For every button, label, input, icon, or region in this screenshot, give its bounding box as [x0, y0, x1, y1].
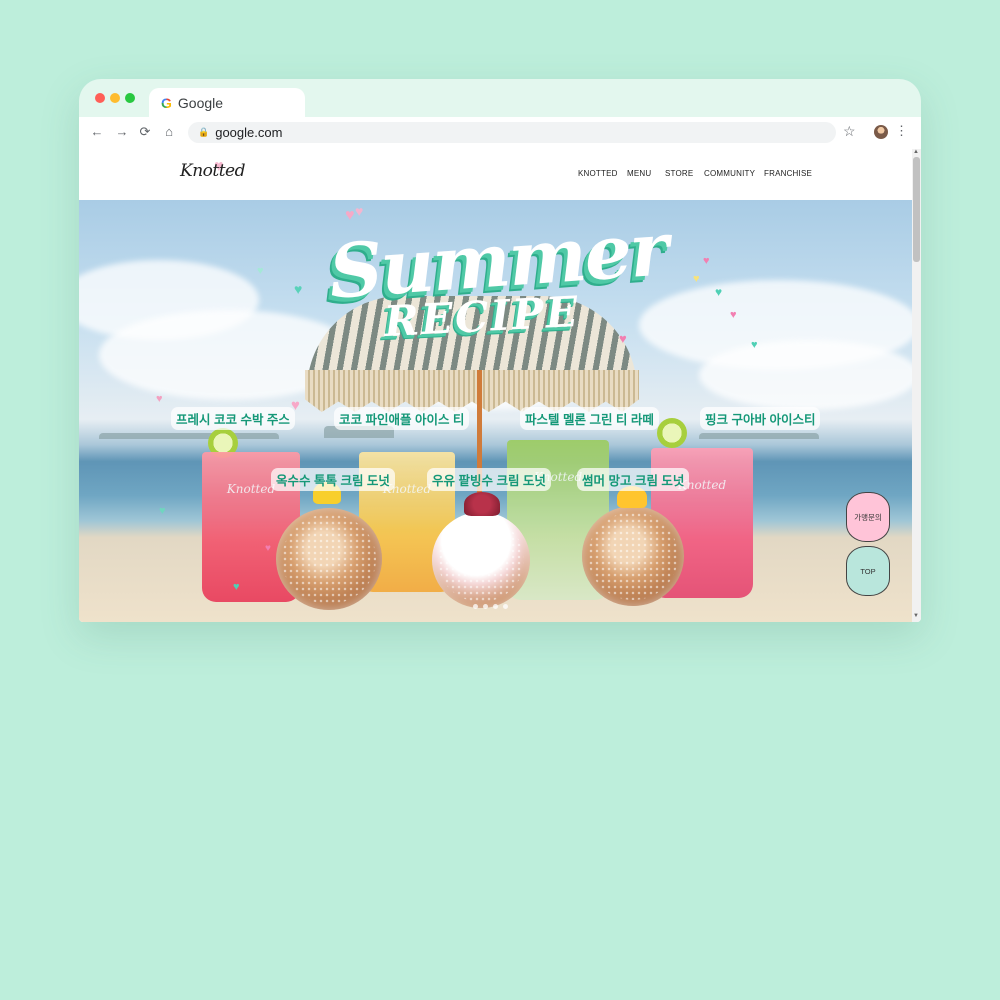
browser-menu-icon[interactable]: ⋮ — [895, 123, 908, 139]
product-label[interactable]: 코코 파인애플 아이스 티 — [334, 407, 470, 430]
tab-title: Google — [177, 95, 224, 111]
minimize-window-button[interactable] — [110, 93, 120, 103]
heart-icon: ♥ — [715, 285, 723, 299]
heart-icon: ♥ — [751, 339, 758, 351]
reload-icon[interactable]: ⟳ — [137, 124, 153, 140]
carousel-dot[interactable] — [483, 604, 488, 609]
carousel-dot[interactable] — [503, 604, 508, 609]
heart-icon: ♥ — [291, 397, 300, 414]
nav-knotted[interactable]: KNOTTED — [578, 169, 618, 178]
franchise-inquiry-button[interactable]: 가맹문의 — [846, 492, 890, 542]
cloud — [699, 340, 912, 410]
maximize-window-button[interactable] — [125, 93, 135, 103]
hero-banner: Summer RECIPE Knotted Knotted Knotted Kn… — [79, 200, 912, 622]
donut-corn — [276, 508, 382, 610]
heart-icon: ♥ — [619, 331, 627, 346]
product-label[interactable]: 프레시 코코 수박 주스 — [171, 407, 295, 430]
google-icon: G — [161, 95, 172, 111]
heart-icon: ♥ — [693, 273, 700, 285]
scroll-up-icon[interactable]: ▲ — [913, 149, 919, 155]
nav-franchise[interactable]: FRANCHISE — [764, 169, 812, 178]
nav-store[interactable]: STORE — [665, 169, 693, 178]
heart-icon: ♥ — [355, 203, 364, 219]
distant-island — [99, 433, 279, 439]
donut-topping — [464, 492, 500, 516]
bookmark-star-icon[interactable]: ☆ — [843, 123, 856, 140]
scroll-thumb[interactable] — [913, 157, 920, 262]
product-label[interactable]: 옥수수 톡톡 크림 도넛 — [271, 468, 395, 491]
heart-icon: ♥ — [265, 543, 271, 554]
nav-community[interactable]: COMMUNITY — [704, 169, 755, 178]
back-icon[interactable]: ← — [89, 124, 105, 139]
address-bar[interactable]: 🔒 google.com — [188, 122, 836, 143]
browser-tab[interactable]: G Google — [149, 88, 305, 118]
browser-toolbar: ← → ⟳ ⌂ 🔒 google.com ☆ ⋮ — [79, 117, 921, 150]
heart-icon: ♥ — [159, 505, 166, 517]
heart-icon: ♥ — [345, 207, 355, 224]
donut-patbingsu — [432, 512, 530, 608]
hero-subheadline: RECIPE — [382, 286, 581, 347]
forward-icon[interactable]: → — [114, 124, 130, 139]
scroll-down-icon[interactable]: ▼ — [913, 613, 919, 619]
lime-garnish — [657, 418, 687, 448]
product-label[interactable]: 우유 팥빙수 크림 도넛 — [427, 468, 551, 491]
url-text: google.com — [215, 125, 283, 140]
product-label[interactable]: 핑크 구아바 아이스티 — [700, 407, 821, 430]
heart-icon: ♥ — [703, 255, 710, 267]
nav-menu[interactable]: MENU — [627, 169, 651, 178]
browser-window: G Google ← → ⟳ ⌂ 🔒 google.com ☆ ⋮ ♥ Knot… — [79, 79, 921, 622]
home-icon[interactable]: ⌂ — [161, 124, 177, 139]
heart-icon: ♥ — [294, 281, 303, 297]
close-window-button[interactable] — [95, 93, 105, 103]
heart-icon: ♥ — [730, 309, 737, 321]
product-label[interactable]: 파스텔 멜론 그린 티 라떼 — [520, 407, 659, 430]
lock-icon: 🔒 — [198, 127, 210, 137]
heart-icon: ♥ — [257, 265, 264, 277]
web-page: ♥ Knotted KNOTTED MENU STORE COMMUNITY F… — [79, 149, 921, 622]
donut-mango — [582, 506, 684, 606]
distant-island — [699, 433, 819, 439]
site-logo[interactable]: Knotted — [180, 161, 246, 181]
site-header: ♥ Knotted KNOTTED MENU STORE COMMUNITY F… — [79, 149, 912, 200]
product-label[interactable]: 썸머 망고 크림 도넛 — [577, 468, 690, 491]
heart-icon: ♥ — [233, 581, 240, 593]
page-scrollbar[interactable]: ▲ ▼ — [912, 149, 921, 622]
carousel-dot[interactable] — [493, 604, 498, 609]
profile-avatar[interactable] — [874, 125, 888, 139]
heart-icon: ♥ — [156, 393, 163, 405]
carousel-dots — [473, 604, 508, 609]
scroll-top-button[interactable]: TOP — [846, 546, 890, 596]
carousel-dot[interactable] — [473, 604, 478, 609]
